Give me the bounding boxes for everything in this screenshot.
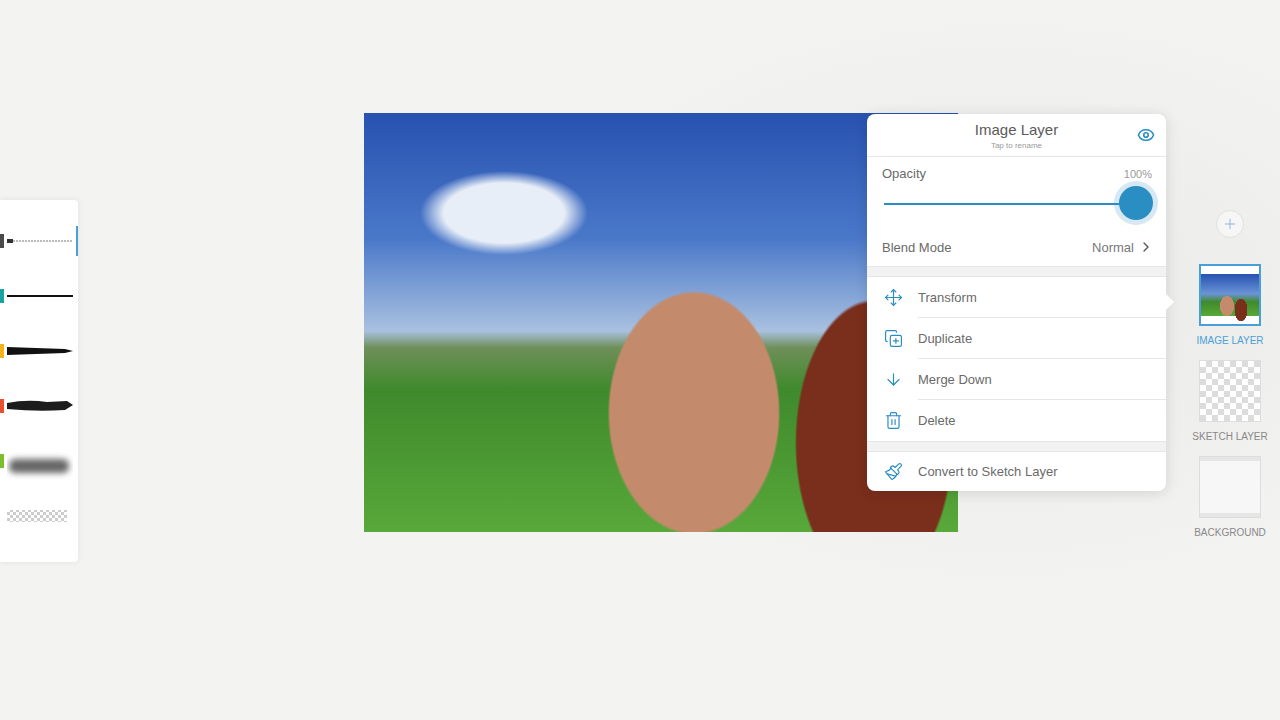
opacity-reading: 100%	[1124, 168, 1152, 180]
layer-action[interactable]: Convert to Sketch Layer	[867, 452, 1166, 491]
pen-icon	[7, 286, 73, 306]
blend-mode-label: Blend Mode	[882, 240, 951, 255]
layer-item[interactable]: BACKGROUND	[1194, 456, 1266, 538]
brush-item[interactable]	[0, 380, 78, 435]
popup-pointer	[1166, 294, 1174, 310]
visibility-eye-icon[interactable]	[1126, 126, 1166, 144]
layer-item[interactable]: SKETCH LAYER	[1192, 360, 1267, 442]
action-label: Delete	[918, 400, 1166, 441]
brush-item[interactable]	[0, 490, 78, 545]
opacity-label: Opacity	[882, 166, 926, 181]
opacity-header: Opacity 100%	[882, 166, 1152, 181]
slider-thumb[interactable]	[1119, 186, 1153, 220]
paint-brush-icon	[7, 396, 73, 416]
layer-properties-popup: Image Layer Tap to rename Opacity 100% Blend…	[867, 114, 1166, 491]
rename-hint: Tap to rename	[991, 141, 1042, 150]
selected-indicator	[76, 226, 78, 256]
arrow-down-icon	[882, 359, 904, 400]
selected-indicator	[76, 501, 78, 531]
layer-action[interactable]: Delete	[867, 400, 1166, 441]
layer-action[interactable]: Duplicate	[867, 318, 1166, 359]
chevron-right-icon	[1138, 239, 1154, 255]
brush-color-tab	[0, 454, 4, 468]
pencil-icon	[7, 231, 73, 251]
layer-action[interactable]: Merge Down	[867, 359, 1166, 400]
popup-header: Image Layer Tap to rename	[867, 114, 1166, 157]
blend-mode-row[interactable]: Blend Mode Normal	[867, 228, 1166, 266]
brush-panel	[0, 200, 78, 562]
layer-name: SKETCH LAYER	[1192, 431, 1267, 442]
brush-item[interactable]	[0, 215, 78, 270]
layer-thumbnail	[1199, 360, 1261, 422]
opacity-section: Opacity 100%	[867, 157, 1166, 228]
move-arrows-icon	[882, 277, 904, 318]
selected-indicator	[76, 281, 78, 311]
blend-mode-value: Normal	[1092, 239, 1154, 255]
layer-name: IMAGE LAYER	[1196, 335, 1263, 346]
layer-thumbnail	[1199, 456, 1261, 518]
layer-item[interactable]: IMAGE LAYER	[1196, 264, 1263, 346]
app-screen: Image Layer Tap to rename Opacity 100% Blend…	[0, 0, 1280, 720]
brush-color-tab	[0, 234, 4, 248]
canvas-area: Image Layer Tap to rename Opacity 100% Blend…	[364, 0, 1196, 532]
marker-icon	[7, 341, 73, 361]
selected-indicator	[76, 446, 78, 476]
layer-name: BACKGROUND	[1194, 527, 1266, 538]
layer-title[interactable]: Image Layer	[975, 121, 1058, 138]
layer-thumbnail	[1199, 264, 1261, 326]
action-label: Duplicate	[918, 318, 1166, 359]
brush-color-tab	[0, 344, 4, 358]
section-divider	[867, 441, 1166, 452]
opacity-slider[interactable]	[884, 183, 1136, 223]
title-block: Image Layer Tap to rename	[907, 121, 1126, 150]
selected-indicator	[76, 336, 78, 366]
brush-item[interactable]	[0, 325, 78, 380]
plus-icon	[1222, 216, 1238, 232]
eraser-icon	[7, 506, 73, 526]
add-layer-button[interactable]	[1216, 210, 1244, 238]
brush-color-tab	[0, 509, 4, 523]
blend-brush-icon	[7, 451, 73, 481]
layers-column: IMAGE LAYERSKETCH LAYERBACKGROUND	[1196, 0, 1264, 552]
brush-color-tab	[0, 399, 4, 413]
brush-icon	[882, 452, 904, 491]
trash-icon	[882, 400, 904, 441]
action-label: Transform	[918, 277, 1166, 318]
selected-indicator	[76, 391, 78, 421]
brush-item[interactable]	[0, 435, 78, 490]
section-divider	[867, 266, 1166, 277]
layer-action[interactable]: Transform	[867, 277, 1166, 318]
action-label: Merge Down	[918, 359, 1166, 400]
brush-item[interactable]	[0, 270, 78, 325]
duplicate-icon	[882, 318, 904, 359]
brush-color-tab	[0, 289, 4, 303]
action-label: Convert to Sketch Layer	[918, 452, 1166, 491]
slider-fill	[884, 203, 1136, 205]
